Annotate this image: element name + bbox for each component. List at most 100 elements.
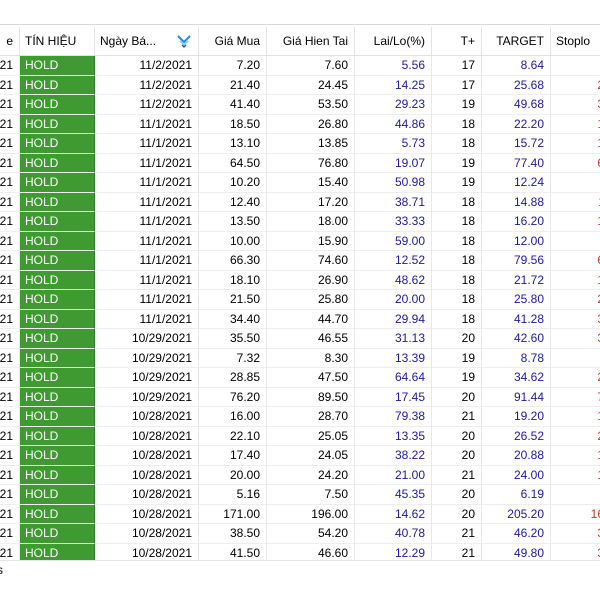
cell-target: 12.24 <box>482 173 551 193</box>
table-row[interactable]: 21HOLD10/29/202176.2089.5017.452091.4472… <box>0 387 600 407</box>
cell-t-plus: 20 <box>432 426 482 446</box>
cell-target: 21.72 <box>482 270 551 290</box>
cell-t-plus: 20 <box>432 329 482 349</box>
cell-profit-loss: 17.45 <box>355 387 432 407</box>
signal-badge: HOLD <box>20 192 95 212</box>
cell-date: 10/29/2021 <box>95 348 199 368</box>
cell-current-price: 13.85 <box>267 134 355 154</box>
table-row[interactable]: 21HOLD10/28/202120.0024.2021.002124.0019… <box>0 465 600 485</box>
cell-buy-price: 76.20 <box>199 387 267 407</box>
cell-date: 10/28/2021 <box>95 426 199 446</box>
col-header-stoploss[interactable]: Stoplo <box>551 27 600 55</box>
cell-stoploss: 9. <box>551 232 600 251</box>
cell-profit-loss: 12.52 <box>355 251 432 271</box>
cell-t-plus: 18 <box>432 114 482 134</box>
cell-t-plus: 19 <box>432 348 482 368</box>
status-text-fragment: s <box>0 563 3 577</box>
cell-target: 22.20 <box>482 114 551 134</box>
col-header-signal[interactable]: TÍN HIỆU <box>20 27 95 55</box>
cell-current-price: 24.45 <box>267 75 355 95</box>
cell-t-plus: 19 <box>432 95 482 115</box>
cell-lead: 21 <box>0 75 20 95</box>
table-row[interactable]: 21HOLD10/29/20217.328.3013.39198.786. <box>0 348 600 368</box>
col-header-lead[interactable]: e <box>0 27 20 55</box>
col-header-buy-price[interactable]: Giá Mua <box>199 27 267 55</box>
table-row[interactable]: 21HOLD10/29/202128.8547.5064.641934.6227… <box>0 368 600 388</box>
cell-date: 11/1/2021 <box>95 231 199 251</box>
cell-profit-loss: 29.23 <box>355 95 432 115</box>
cell-date: 11/1/2021 <box>95 251 199 271</box>
table-row[interactable]: 21HOLD10/28/202116.0028.7079.382119.2015… <box>0 407 600 427</box>
cell-target: 25.80 <box>482 290 551 310</box>
cell-stoploss: 20. <box>551 290 600 310</box>
table-row[interactable]: 21HOLD10/28/20215.167.5045.35206.194. <box>0 485 600 505</box>
table-row[interactable]: 21HOLD11/1/202110.0015.9059.001812.009. <box>0 231 600 251</box>
cell-profit-loss: 21.00 <box>355 465 432 485</box>
col-header-target[interactable]: TARGET <box>482 27 551 55</box>
table-row[interactable]: 21HOLD10/29/202135.5046.5531.132042.6033… <box>0 329 600 349</box>
cell-current-price: 53.50 <box>267 95 355 115</box>
table-row[interactable]: 21HOLD11/1/202118.1026.9048.621821.7217. <box>0 270 600 290</box>
cell-current-price: 76.80 <box>267 153 355 173</box>
cell-current-price: 47.50 <box>267 368 355 388</box>
table-row[interactable]: 21 HOLD 10/28/2021 171.00 196.00 14.62 20 205.2… <box>0 504 600 524</box>
signal-grid[interactable]: e TÍN HIỆU Ngày Bá... Giá Mua Giá Hien T… <box>0 27 600 563</box>
table-row[interactable]: 21HOLD11/1/202166.3074.6012.521879.5662. <box>0 251 600 271</box>
cell-date: 11/1/2021 <box>95 153 199 173</box>
table-row[interactable]: 21HOLD11/1/202112.4017.2038.711814.8811. <box>0 192 600 212</box>
table-row[interactable]: 21HOLD11/1/202134.4044.7029.941841.2832. <box>0 309 600 329</box>
cell-buy-price: 20.00 <box>199 465 267 485</box>
cell-t-plus: 19 <box>432 368 482 388</box>
table-row[interactable]: 21HOLD11/1/202118.5026.8044.861822.2017. <box>0 114 600 134</box>
col-header-t-plus[interactable]: T+ <box>432 27 482 55</box>
cell-lead: 21 <box>0 95 20 115</box>
table-row[interactable]: 21HOLD10/28/202138.5054.2040.782146.2036… <box>0 524 600 544</box>
cell-profit-loss: 33.33 <box>355 212 432 232</box>
cell-stoploss: 20. <box>551 76 600 95</box>
signal-badge: HOLD <box>20 504 95 524</box>
table-row[interactable]: 21HOLD10/28/202117.4024.0538.222020.8816… <box>0 446 600 466</box>
table-row[interactable]: 21HOLD11/1/202121.5025.8020.001825.8020. <box>0 290 600 310</box>
col-header-date[interactable]: Ngày Bá... <box>95 27 199 55</box>
table-row[interactable]: 21HOLD11/2/20217.207.605.56178.646. <box>0 56 600 76</box>
cell-current-price: 8.30 <box>267 348 355 368</box>
cell-buy-price: 16.00 <box>199 407 267 427</box>
col-header-current-price[interactable]: Giá Hien Tai <box>267 27 355 55</box>
cell-profit-loss: 14.25 <box>355 75 432 95</box>
signal-badge: HOLD <box>20 348 95 368</box>
cell-date: 10/29/2021 <box>95 387 199 407</box>
cell-date: 11/2/2021 <box>95 56 199 76</box>
signal-badge: HOLD <box>20 368 95 388</box>
cell-t-plus: 18 <box>432 231 482 251</box>
table-row[interactable]: 21HOLD11/1/202164.5076.8019.071977.4061. <box>0 153 600 173</box>
sort-arrows-icon[interactable] <box>176 33 192 49</box>
cell-current-price: 28.70 <box>267 407 355 427</box>
cell-buy-price: 10.20 <box>199 173 267 193</box>
signal-badge: HOLD <box>20 114 95 134</box>
cell-buy-price: 5.16 <box>199 485 267 505</box>
table-row[interactable]: 21HOLD11/1/202113.1013.855.731815.7212. <box>0 134 600 154</box>
cell-lead: 21 <box>0 251 20 271</box>
cell-buy-price: 21.50 <box>199 290 267 310</box>
cell-lead: 21 <box>0 368 20 388</box>
signal-badge: HOLD <box>20 309 95 329</box>
cell-target: 77.40 <box>482 153 551 173</box>
table-row[interactable]: 21HOLD11/1/202113.5018.0033.331816.2012. <box>0 212 600 232</box>
table-row[interactable]: 21HOLD11/2/202121.4024.4514.251725.6820. <box>0 75 600 95</box>
cell-current-price: 54.20 <box>267 524 355 544</box>
cell-date: 11/1/2021 <box>95 212 199 232</box>
cell-t-plus: 17 <box>432 75 482 95</box>
cell-profit-loss: 38.22 <box>355 446 432 466</box>
table-row[interactable]: 21HOLD11/2/202141.4053.5029.231949.6839. <box>0 95 600 115</box>
cell-t-plus: 18 <box>432 290 482 310</box>
cell-buy-price: 41.40 <box>199 95 267 115</box>
cell-lead: 21 <box>0 309 20 329</box>
cell-t-plus: 19 <box>432 153 482 173</box>
cell-profit-loss: 44.86 <box>355 114 432 134</box>
cell-t-plus: 20 <box>432 485 482 505</box>
table-row[interactable]: 21HOLD11/1/202110.2015.4050.981912.249. <box>0 173 600 193</box>
cell-stoploss: 21. <box>551 427 600 446</box>
table-row[interactable]: 21HOLD10/28/202122.1025.0513.352026.5221… <box>0 426 600 446</box>
col-header-profit-loss[interactable]: Lai/Lo(%) <box>355 27 432 55</box>
cell-stoploss: 15. <box>551 407 600 427</box>
